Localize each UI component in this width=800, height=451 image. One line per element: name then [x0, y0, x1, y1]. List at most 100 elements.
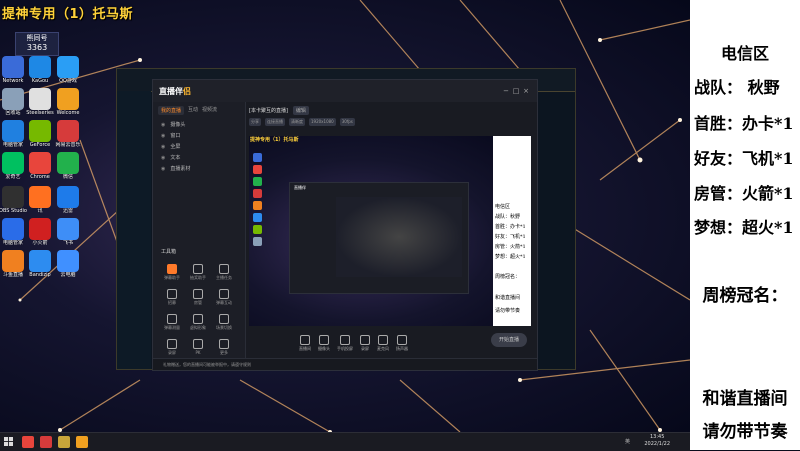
preview-overlay-line: 战队：秋野 [495, 214, 521, 220]
stream-setting[interactable]: 1920x1080 [309, 118, 336, 126]
game-client-sidebar [117, 91, 151, 369]
source-item[interactable]: ◉ 窗口 [153, 130, 245, 141]
desktop-icon[interactable]: 飞书 [50, 218, 86, 247]
eye-icon[interactable]: ◉ [161, 166, 165, 172]
preview-text-overlay: 电信区 战队：秋野 首胜：办卡*1 好友：飞机*1 房管：火箭*1 梦想：超火*1 周榜冠… [493, 136, 531, 326]
toolbar-icon [378, 334, 388, 345]
source-item[interactable]: ◉ 摄像头 [153, 119, 245, 130]
desktop: 提神专用（1）托马斯 熊同号 3363 Network KaGou QQ游戏 回收站 S… [0, 0, 690, 432]
source-item[interactable]: ◉ 直播素材 [153, 163, 245, 174]
panel-row-room-admin: 房管：火箭*1 [694, 184, 794, 203]
eye-icon[interactable]: ◉ [161, 155, 165, 161]
taskbar-music-icon[interactable] [40, 436, 52, 448]
app-icon [57, 56, 79, 78]
bottom-toolbar-button[interactable]: 扬声器 [396, 334, 408, 352]
bottom-toolbar-button[interactable]: 手机投屏 [337, 334, 353, 352]
app-icon [2, 250, 24, 272]
preview-desktop-icons [253, 150, 277, 249]
app-icon [29, 56, 51, 78]
toolbar-label: 手机投屏 [337, 345, 353, 351]
stream-setting[interactable]: 30fps [339, 118, 355, 126]
taskbar-chrome-icon[interactable] [22, 436, 34, 448]
panel-row-first-win: 首胜：办卡*1 [694, 114, 794, 133]
tool-icon [193, 264, 203, 274]
tool-button[interactable]: 录屏 [159, 339, 185, 356]
desktop-icon-label: Welcome [56, 110, 80, 116]
tool-icon [167, 314, 177, 324]
app-icon [57, 88, 79, 110]
source-label: 直播素材 [170, 166, 191, 172]
stream-setting[interactable]: 清晰度 [289, 118, 305, 126]
bottom-toolbar-button[interactable]: 直播间 [299, 334, 311, 352]
input-method-indicator[interactable]: 英 [625, 438, 630, 445]
tool-button[interactable]: 更多 [211, 339, 237, 356]
preview-overlay-line: 周榜冠名： [495, 274, 521, 280]
obs-tabs: 我的直播 互动 视频流 [153, 102, 245, 119]
desktop-icon[interactable]: Welcome [50, 88, 86, 117]
tool-button[interactable]: 房管 [185, 289, 211, 306]
panel-header: 电信区 [720, 44, 769, 63]
tab-video-stream[interactable]: 视频流 [202, 106, 217, 115]
desktop-icon[interactable]: 微信 [50, 152, 86, 181]
tool-label: 录屏 [168, 350, 176, 355]
desktop-icon[interactable]: 迅雷 [50, 186, 86, 215]
taskbar-live-companion-icon[interactable] [76, 436, 88, 448]
tool-label: 虚拟形象 [190, 325, 206, 330]
bottom-toolbar-button[interactable]: 录屏 [360, 334, 370, 352]
scene-header: [本卡聚互的直播] 编辑 [249, 106, 309, 115]
source-label: 摄像头 [170, 122, 186, 128]
scene-edit-button[interactable]: 编辑 [292, 106, 309, 115]
preview-stream-title: 提神专用（1）托马斯 [250, 137, 299, 143]
source-item[interactable]: ◉ 全屏 [153, 141, 245, 152]
eye-icon[interactable]: ◉ [161, 122, 165, 128]
stream-setting[interactable]: 连接直播 [265, 118, 285, 126]
desktop-icon[interactable]: QQ游戏 [50, 56, 86, 85]
live-companion-window[interactable]: 直播伴侣 − □ × 我的直播 互动 视频流 ◉ 摄像头 ◉ 窗口 ◉ 全屏 ◉ 文本 ◉ 直播素… [152, 79, 538, 371]
tool-button[interactable]: 招募 [159, 289, 185, 306]
windows-start-icon[interactable] [4, 437, 13, 446]
bottom-toolbar-button[interactable]: 摄像头 [318, 334, 330, 352]
desktop-icon-label: 云电脑 [60, 272, 76, 278]
tool-button[interactable]: 弹幕互动 [211, 289, 237, 306]
tool-button[interactable]: 场景切换 [211, 314, 237, 331]
preview-overlay-line: 请勿带节奏 [495, 308, 521, 314]
desktop-icon[interactable]: 云电脑 [50, 250, 86, 279]
tool-button[interactable]: 弹幕助手 [159, 264, 185, 281]
source-item[interactable]: ◉ 文本 [153, 152, 245, 163]
eye-icon[interactable]: ◉ [161, 144, 165, 150]
close-icon[interactable]: × [521, 87, 531, 95]
panel-row-friend: 好友：飞机*1 [694, 149, 794, 168]
preview-overlay-line: 首胜：办卡*1 [495, 224, 526, 230]
start-live-button[interactable]: 开始直播 [491, 333, 527, 347]
obs-titlebar[interactable]: 直播伴侣 − □ × [153, 80, 537, 102]
app-icon [2, 56, 24, 78]
tool-button[interactable]: 抽奖助手 [185, 264, 211, 281]
preview-overlay-line: 和谐直播间 [495, 295, 521, 301]
tool-button[interactable]: PK [185, 339, 211, 356]
toolbar-label: 摄像头 [318, 345, 330, 351]
source-label: 全屏 [170, 144, 181, 150]
preview-nested-preview [336, 197, 462, 277]
desktop-icon[interactable]: 网易云音乐 [50, 120, 86, 149]
stream-preview: 提神专用（1）托马斯 直播伴 电信区 战队：秋野 首胜：办卡*1 好友：飞机*1 房管：… [249, 136, 531, 326]
minimize-icon[interactable]: − [501, 87, 511, 95]
stream-setting[interactable]: 分享 [249, 118, 261, 126]
preview-nested-title: 直播伴 [294, 185, 306, 190]
tool-label: 主播任务 [216, 275, 232, 280]
taskbar-clock[interactable]: 13:45 2022/1/22 [644, 434, 670, 448]
tool-button[interactable]: 弹幕测量 [159, 314, 185, 331]
bottom-toolbar-button[interactable]: 麦克风 [377, 334, 389, 352]
scene-title: [本卡聚互的直播] [249, 108, 288, 114]
tool-button[interactable]: 主播任务 [211, 264, 237, 281]
desktop-icon-label: 微信 [62, 174, 73, 180]
tool-button[interactable]: 虚拟形象 [185, 314, 211, 331]
source-list: ◉ 摄像头 ◉ 窗口 ◉ 全屏 ◉ 文本 ◉ 直播素材 [153, 119, 245, 174]
panel-footer-line1: 和谐直播间 [702, 389, 788, 409]
tab-interact[interactable]: 互动 [188, 106, 198, 115]
bottom-toolbar: 直播间 摄像头 手机投屏 录屏 麦克风 扬声器 [249, 330, 581, 356]
maximize-icon[interactable]: □ [511, 87, 521, 95]
taskbar-game-icon[interactable] [58, 436, 70, 448]
eye-icon[interactable]: ◉ [161, 133, 165, 139]
tab-my-live[interactable]: 我的直播 [158, 106, 185, 115]
app-icon [29, 120, 51, 142]
